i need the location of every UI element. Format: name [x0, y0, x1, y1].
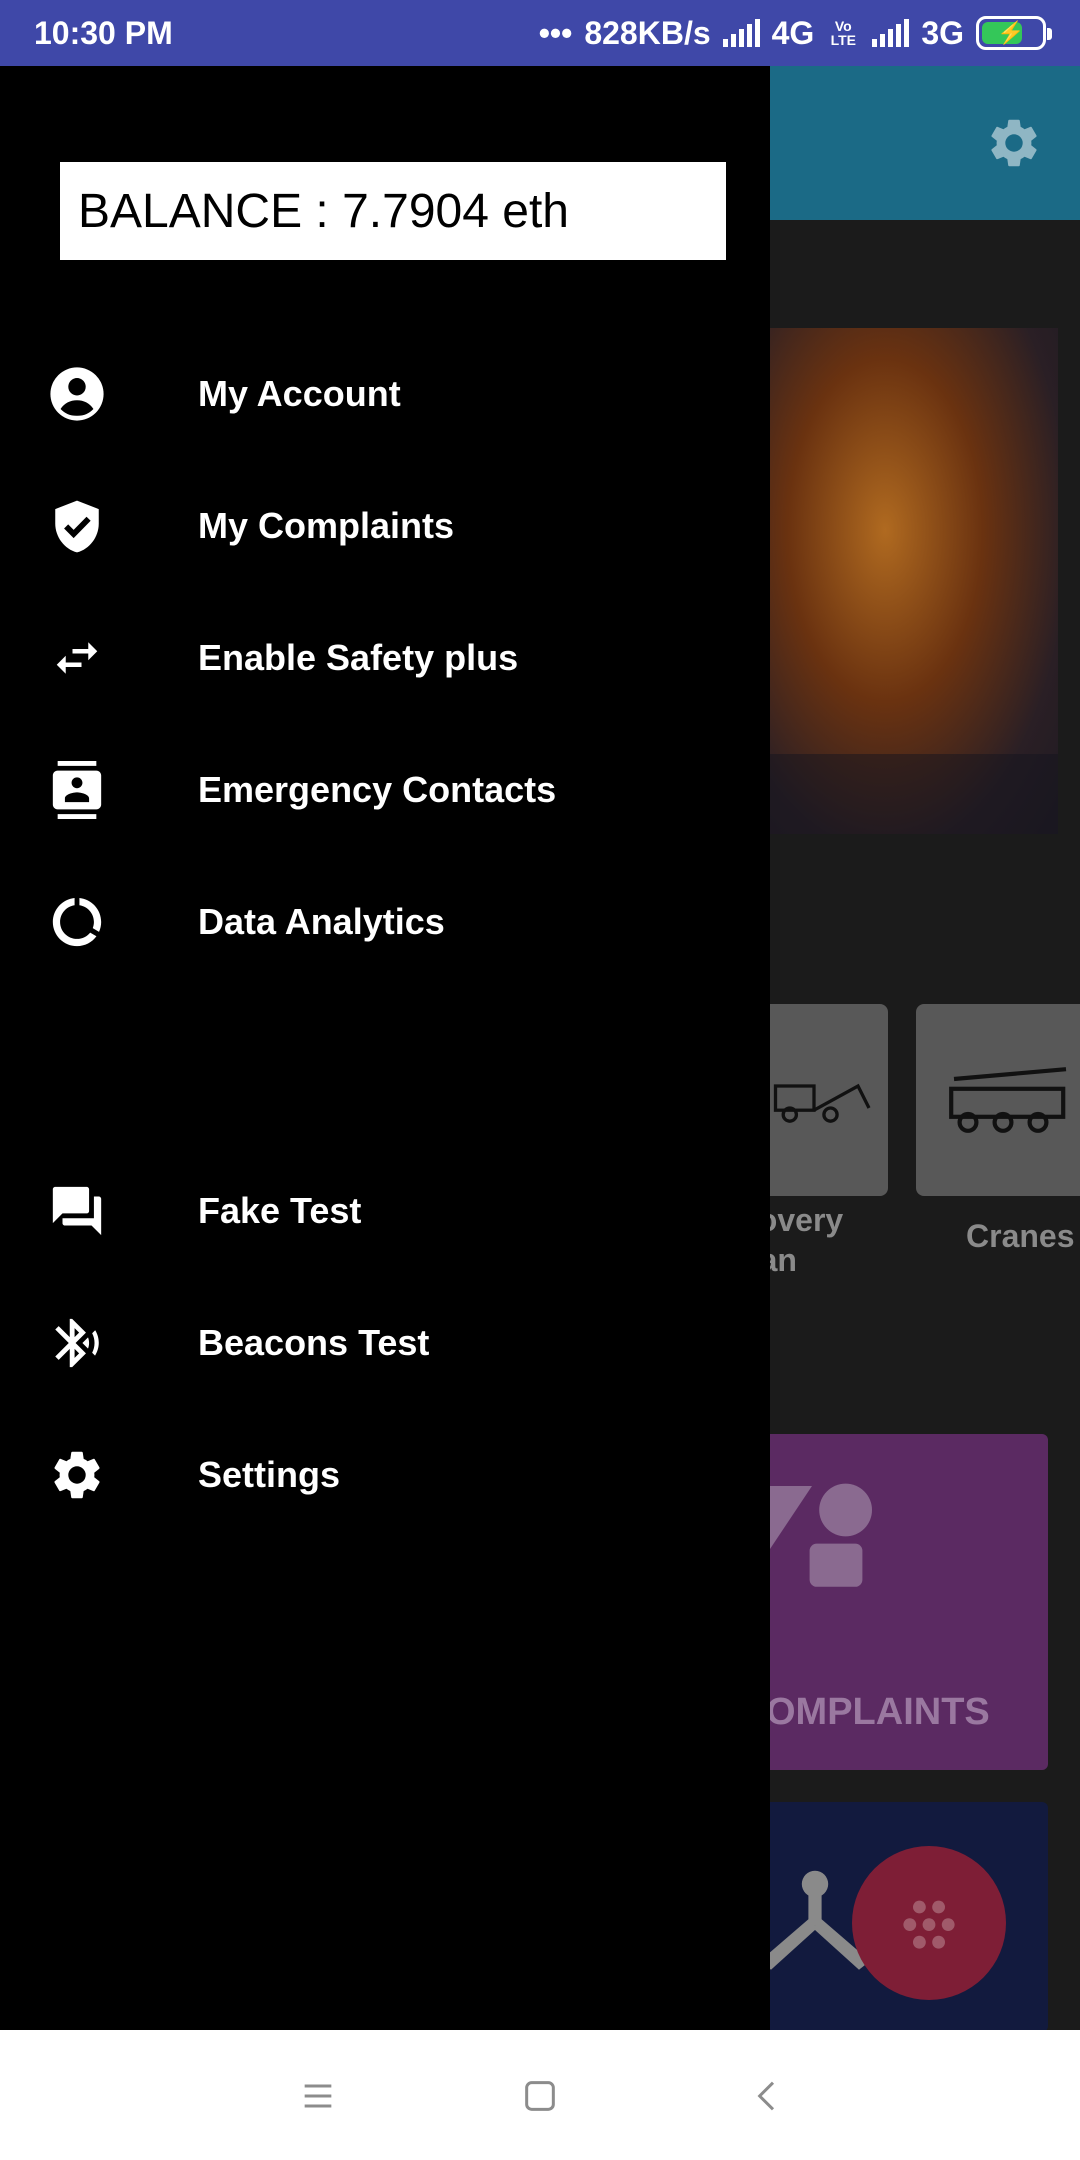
- network-speed: 828KB/s: [584, 14, 711, 51]
- menu-item-label: Beacons Test: [198, 1322, 430, 1363]
- signal-icon: [722, 19, 760, 47]
- status-time: 10:30 PM: [34, 14, 173, 51]
- contacts-icon: [46, 759, 108, 821]
- system-nav-bar: [0, 2030, 1080, 2160]
- crane-truck-icon: [949, 1067, 1067, 1133]
- tow-truck-icon: [773, 1083, 871, 1123]
- dots-icon: [903, 1900, 955, 1949]
- forum-icon: [46, 1180, 108, 1242]
- network-type-1: 4G: [771, 14, 815, 51]
- verified-shield-icon: [46, 495, 108, 557]
- gear-icon: [985, 114, 1043, 172]
- balance-display: BALANCE : 7.7904 eth: [60, 162, 726, 260]
- menu-item-label: Emergency Contacts: [198, 769, 557, 810]
- menu-item-label: Enable Safety plus: [198, 637, 519, 678]
- menu-item-label: My Account: [198, 373, 401, 414]
- donut-chart-icon: [46, 891, 108, 953]
- fire-photo: [770, 328, 1058, 834]
- complaints-tile-label: OMPLAINTS: [766, 1691, 990, 1733]
- sos-fab-button[interactable]: [852, 1846, 1006, 2000]
- gear-icon: [46, 1444, 108, 1506]
- cranes-card[interactable]: [916, 1004, 1080, 1196]
- menu-item-label: My Complaints: [198, 505, 455, 546]
- home-square-icon[interactable]: [510, 2066, 570, 2126]
- account-circle-icon: [46, 363, 108, 425]
- status-dots: •••: [538, 14, 573, 51]
- cranes-label: Cranes: [966, 1218, 1075, 1254]
- shapes-icon: [764, 1483, 872, 1587]
- network-type-2: 3G: [921, 14, 964, 51]
- menu-item-my-account[interactable]: My Account: [0, 334, 770, 454]
- navigation-drawer: BALANCE : 7.7904 eth My Account My Compl…: [0, 66, 770, 2030]
- swap-horizontal-icon: [46, 627, 108, 689]
- status-indicators: ••• 828KB/s 4G Vo LTE 3G ⚡: [538, 14, 1052, 52]
- menu-item-label: Fake Test: [198, 1190, 362, 1231]
- volte-badge: Vo LTE: [830, 18, 857, 48]
- menu-item-my-complaints[interactable]: My Complaints: [0, 466, 770, 586]
- back-chevron-icon[interactable]: [738, 2066, 798, 2126]
- menu-item-emergency-contacts[interactable]: Emergency Contacts: [0, 730, 770, 850]
- menu-icon[interactable]: [288, 2066, 348, 2126]
- battery-charging-icon: ⚡: [976, 16, 1052, 50]
- complaints-tile[interactable]: OMPLAINTS: [760, 1434, 1048, 1770]
- status-bar: 10:30 PM ••• 828KB/s 4G Vo LTE 3G ⚡: [0, 0, 1080, 66]
- menu-item-enable-safety-plus[interactable]: Enable Safety plus: [0, 598, 770, 718]
- menu-item-beacons-test[interactable]: Beacons Test: [0, 1283, 770, 1403]
- menu-item-label: Data Analytics: [198, 901, 445, 942]
- bluetooth-searching-icon: [46, 1312, 108, 1374]
- menu-item-label: Settings: [198, 1454, 341, 1495]
- screen: 10:30 PM ••• 828KB/s 4G Vo LTE 3G ⚡ cove…: [0, 0, 1080, 2160]
- signal-icon-2: [872, 19, 910, 47]
- menu-item-settings[interactable]: Settings: [0, 1415, 770, 1535]
- menu-item-data-analytics[interactable]: Data Analytics: [0, 862, 770, 982]
- menu-item-fake-test[interactable]: Fake Test: [0, 1151, 770, 1271]
